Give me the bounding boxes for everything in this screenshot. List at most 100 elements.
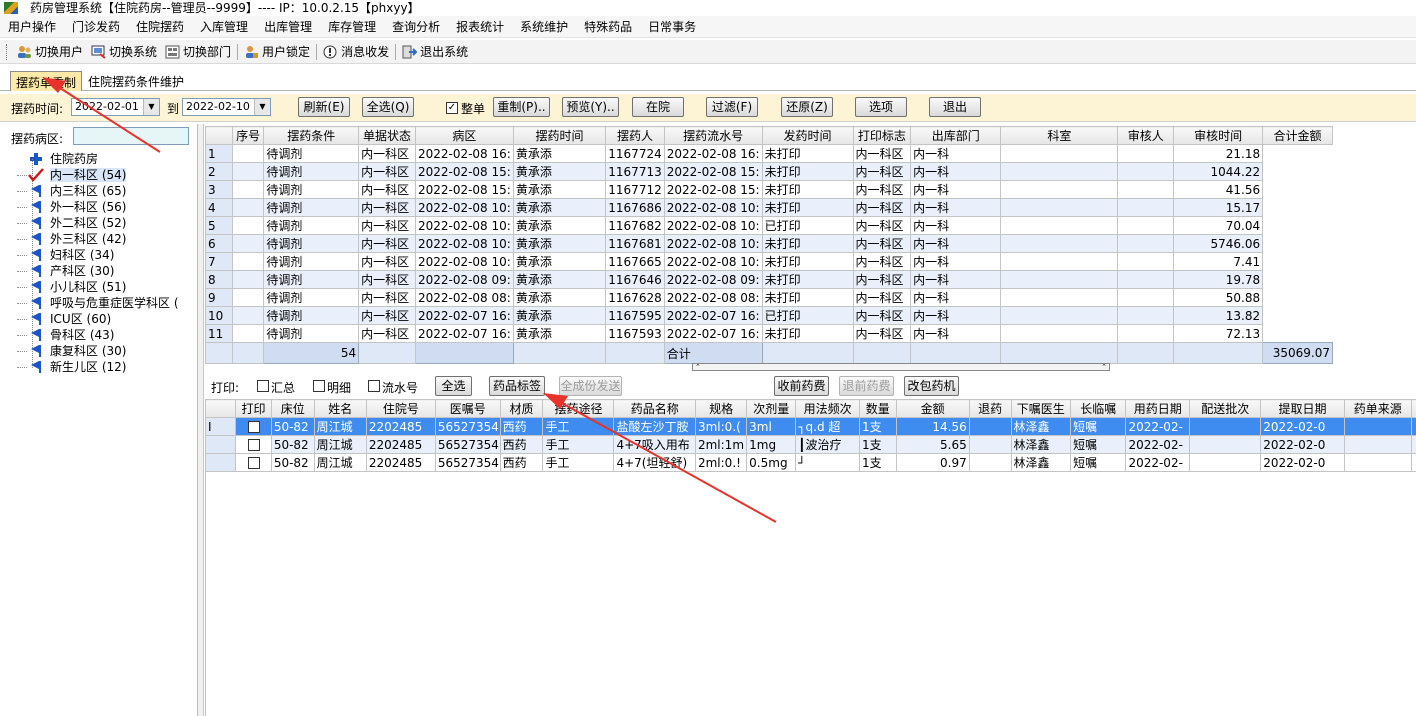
table-row[interactable]: 10 待调剂 内一科区 2022-02-07 16: 黄承添 1167595 2022-02… bbox=[204, 306, 1333, 325]
column-header[interactable]: 长临嘱 bbox=[1070, 399, 1127, 418]
print-checkbox[interactable] bbox=[247, 439, 260, 451]
date-from-picker[interactable]: 2022-02-01 ▼ bbox=[71, 98, 160, 116]
table-row[interactable]: 1 待调剂 内一科区 2022-02-08 16: 黄承添 1167724 2022-02-… bbox=[204, 144, 1333, 163]
message-button[interactable]: 消息收发 bbox=[319, 42, 393, 62]
send-all-ingredients-button[interactable]: 全成份发送 bbox=[559, 376, 622, 396]
table-row[interactable]: I ✓ 50-82 周江城 2202485 56527354 西药 手工 盐酸左沙丁胺 3ml:0… bbox=[205, 417, 1416, 436]
menu-item[interactable]: 系统维护 bbox=[512, 18, 576, 35]
dropdown-arrow-icon[interactable]: ▼ bbox=[254, 99, 270, 115]
column-header[interactable]: 单据状态 bbox=[358, 126, 416, 145]
column-header[interactable]: 合计金额 bbox=[1262, 126, 1333, 145]
print-checkbox[interactable]: ✓ bbox=[247, 421, 260, 433]
restore-button[interactable]: 还原(Z) bbox=[781, 97, 833, 117]
packaging-machine-button[interactable]: 改包药机 bbox=[904, 376, 959, 396]
in-hospital-button[interactable]: 在院 bbox=[632, 97, 684, 117]
menu-item[interactable]: 用户操作 bbox=[0, 18, 64, 35]
column-header[interactable]: 下嘱医生 bbox=[1010, 399, 1072, 418]
column-header[interactable]: 规格 bbox=[694, 399, 748, 418]
reset-button[interactable]: 重制(P).. bbox=[493, 97, 550, 117]
column-header[interactable]: 审核时间 bbox=[1173, 126, 1264, 145]
ward-search-input[interactable] bbox=[73, 127, 189, 145]
column-header[interactable]: 摆药流水号 bbox=[663, 126, 763, 145]
detail-checkbox[interactable] bbox=[313, 380, 325, 392]
menu-item[interactable]: 出库管理 bbox=[256, 18, 320, 35]
column-header[interactable]: 次剂量 bbox=[746, 399, 797, 418]
column-header[interactable]: 材质 bbox=[499, 399, 544, 418]
menu-item[interactable]: 特殊药品 bbox=[576, 18, 640, 35]
refresh-button[interactable]: 刷新(E) bbox=[298, 97, 350, 117]
table-row[interactable]: 2 待调剂 内一科区 2022-02-08 15: 黄承添 1167713 2022-02-… bbox=[204, 162, 1333, 181]
menu-item[interactable]: 报表统计 bbox=[448, 18, 512, 35]
column-header[interactable]: 床位 bbox=[270, 399, 315, 418]
date-to-picker[interactable]: 2022-02-10 ▼ bbox=[182, 98, 271, 116]
table-row[interactable]: 50-82 周江城 2202485 56527354 西药 手工 4+7(坦轻舒) 2ml:0… bbox=[205, 453, 1416, 472]
column-header[interactable]: 数量 bbox=[859, 399, 897, 418]
print-checkbox[interactable] bbox=[247, 457, 260, 469]
ward-item[interactable]: 内一科区 (54) bbox=[15, 167, 179, 183]
ward-item[interactable]: 康复科区 (30) bbox=[15, 343, 179, 359]
switch-system-button[interactable]: 切换系统 bbox=[87, 42, 161, 62]
column-header[interactable]: 摆药时间 bbox=[512, 126, 607, 145]
tab-dispense-reset[interactable]: 摆药单重制 bbox=[10, 71, 83, 91]
menu-item[interactable]: 门诊发药 bbox=[64, 18, 128, 35]
ward-item[interactable]: 外三科区 (42) bbox=[15, 231, 179, 247]
column-header[interactable]: 1批领药人 bbox=[1410, 399, 1416, 418]
lock-user-button[interactable]: 用户锁定 bbox=[240, 42, 314, 62]
whole-order-checkbox[interactable]: ✓ bbox=[446, 102, 458, 114]
ward-item[interactable]: ICU区 (60) bbox=[15, 311, 179, 327]
column-header[interactable]: 药品名称 bbox=[613, 399, 696, 418]
tab-condition-maintenance[interactable]: 住院摆药条件维护 bbox=[83, 71, 189, 91]
serial-number-checkbox[interactable] bbox=[368, 380, 380, 392]
column-header[interactable]: 退药 bbox=[968, 399, 1012, 418]
ward-item[interactable]: 外一科区 (56) bbox=[15, 199, 179, 215]
column-header[interactable]: 摆药途径 bbox=[542, 399, 615, 418]
table-row[interactable]: 6 待调剂 内一科区 2022-02-08 10: 黄承添 1167681 2022-02-… bbox=[204, 234, 1333, 253]
dropdown-arrow-icon[interactable]: ▼ bbox=[143, 99, 159, 115]
menu-item[interactable]: 住院摆药 bbox=[128, 18, 192, 35]
preview-button[interactable]: 预览(Y).. bbox=[562, 97, 619, 117]
refund-before-button[interactable]: 退前药费 bbox=[839, 376, 894, 396]
ward-item[interactable]: 产科区 (30) bbox=[15, 263, 179, 279]
column-header[interactable]: 住院号 bbox=[365, 399, 436, 418]
menu-item[interactable]: 库存管理 bbox=[320, 18, 384, 35]
column-header[interactable]: 审核人 bbox=[1117, 126, 1175, 145]
table-row[interactable]: 5 待调剂 内一科区 2022-02-08 10: 黄承添 1167682 2022-02-… bbox=[204, 216, 1333, 235]
column-header[interactable]: 打印标志 bbox=[852, 126, 912, 145]
table-row[interactable]: 50-82 周江城 2202485 56527354 西药 手工 4+7吸入用布 2ml:1m… bbox=[205, 435, 1416, 454]
exit-button[interactable]: 退出 bbox=[929, 97, 981, 117]
switch-department-button[interactable]: 切换部门 bbox=[161, 42, 235, 62]
menu-item[interactable]: 入库管理 bbox=[192, 18, 256, 35]
column-header[interactable]: 用法频次 bbox=[795, 399, 861, 418]
column-header[interactable]: 配送批次 bbox=[1189, 399, 1262, 418]
exit-system-button[interactable]: 退出系统 bbox=[398, 42, 472, 62]
ward-item[interactable]: 新生儿区 (12) bbox=[15, 359, 179, 375]
print-checkbox-cell[interactable] bbox=[235, 453, 272, 472]
tree-root[interactable]: 住院药房 bbox=[15, 151, 179, 167]
column-header[interactable]: 医嘱号 bbox=[434, 399, 501, 418]
column-header[interactable]: 摆药人 bbox=[605, 126, 665, 145]
column-header[interactable]: 科室 bbox=[1000, 126, 1119, 145]
column-header[interactable]: 打印 bbox=[235, 399, 272, 418]
column-header[interactable]: 病区 bbox=[414, 126, 514, 145]
menu-item[interactable]: 查询分析 bbox=[384, 18, 448, 35]
column-header[interactable]: 药单来源 bbox=[1343, 399, 1412, 418]
menu-item[interactable]: 日常事务 bbox=[640, 18, 704, 35]
column-header[interactable]: 序号 bbox=[232, 126, 265, 145]
column-header[interactable]: 摆药条件 bbox=[263, 126, 360, 145]
table-row[interactable]: 7 待调剂 内一科区 2022-02-08 10: 黄承添 1167665 2022-02-… bbox=[204, 252, 1333, 271]
ward-item[interactable]: 外二科区 (52) bbox=[15, 215, 179, 231]
switch-user-button[interactable]: 切换用户 bbox=[13, 42, 87, 62]
table-row[interactable]: 4 待调剂 内一科区 2022-02-08 10: 黄承添 1167686 2022-02-… bbox=[204, 198, 1333, 217]
select-all-button[interactable]: 全选(Q) bbox=[362, 97, 414, 117]
column-header[interactable]: 提取日期 bbox=[1260, 399, 1345, 418]
ward-item[interactable]: 骨科区 (43) bbox=[15, 327, 179, 343]
filter-button[interactable]: 过滤(F) bbox=[706, 97, 758, 117]
print-select-all-button[interactable]: 全选 bbox=[435, 376, 472, 396]
ward-item[interactable]: 呼吸与危重症医学科区 ( bbox=[15, 295, 179, 311]
print-checkbox-cell[interactable] bbox=[235, 435, 272, 454]
horizontal-splitter[interactable]: ⌃ ⌃ bbox=[692, 363, 1110, 371]
ward-item[interactable]: 妇科区 (34) bbox=[15, 247, 179, 263]
table-row[interactable]: 11 待调剂 内一科区 2022-02-07 16: 黄承添 1167593 2022-02… bbox=[204, 324, 1333, 343]
ward-item[interactable]: 内三科区 (65) bbox=[15, 183, 179, 199]
table-row[interactable]: 3 待调剂 内一科区 2022-02-08 15: 黄承添 1167712 2022-02-… bbox=[204, 180, 1333, 199]
